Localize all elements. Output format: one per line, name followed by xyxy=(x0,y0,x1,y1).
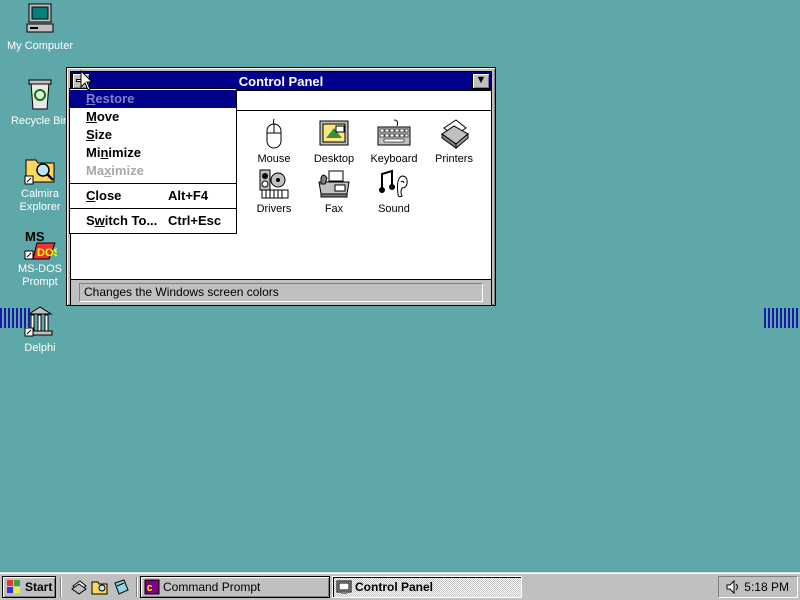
control-panel-item-fax[interactable]: Fax xyxy=(304,168,364,215)
control-panel-item-drivers[interactable]: Drivers xyxy=(244,168,304,215)
start-label: Start xyxy=(25,580,53,594)
computer-icon xyxy=(26,3,54,33)
svg-text:DOS: DOS xyxy=(37,247,57,259)
control-panel-item-printers[interactable]: Printers xyxy=(424,118,484,165)
sound-icon xyxy=(379,169,408,198)
desktop-icon-label: MS-DOS Prompt xyxy=(17,263,63,289)
control-panel-item-mouse[interactable]: Mouse xyxy=(244,118,304,165)
menu-separator xyxy=(70,208,236,209)
desktop-icon-my-computer[interactable]: My Computer xyxy=(3,2,77,53)
taskbar-separator xyxy=(136,577,138,597)
document-icon[interactable] xyxy=(112,578,130,596)
task-label: Control Panel xyxy=(355,580,434,594)
item-label: Desktop xyxy=(313,153,355,165)
svg-text:MS: MS xyxy=(25,229,45,244)
control-panel-icon xyxy=(336,580,352,594)
msdos-icon: MS DOS xyxy=(24,229,57,260)
item-label: Mouse xyxy=(257,153,291,165)
folder-search-icon[interactable] xyxy=(91,578,109,596)
fax-icon xyxy=(318,170,350,198)
menu-accelerator: Alt+F4 xyxy=(168,188,209,203)
speaker-icon[interactable] xyxy=(725,579,741,595)
taskbar: Start C Command Prompt Control Panel 5:1… xyxy=(0,572,800,600)
desktop-icon-label: Calmira Explorer xyxy=(18,188,62,214)
control-panel-item-keyboard[interactable]: Keyboard xyxy=(364,118,424,165)
menu-item-restore[interactable]: Restore xyxy=(70,90,236,108)
mouse-pointer-icon xyxy=(80,70,94,91)
system-tray: 5:18 PM xyxy=(718,576,798,598)
item-label: Keyboard xyxy=(370,153,418,165)
item-label: Drivers xyxy=(256,203,292,215)
window-title: Control Panel xyxy=(238,74,324,89)
desktop-stripe-right xyxy=(764,308,800,328)
desktop-icon-label: Recycle Bin xyxy=(9,115,71,128)
printer-icon[interactable] xyxy=(70,578,88,596)
minimize-button[interactable]: ▼ xyxy=(472,73,490,89)
clock[interactable]: 5:18 PM xyxy=(744,577,789,597)
drivers-icon xyxy=(259,169,289,199)
mouse-icon xyxy=(266,118,282,149)
menu-item-minimize[interactable]: Minimize xyxy=(70,144,236,162)
task-label: Command Prompt xyxy=(163,580,261,594)
menu-accelerator: Ctrl+Esc xyxy=(168,213,222,228)
recycle-bin-icon xyxy=(28,79,52,110)
desktop-icon xyxy=(319,120,349,146)
item-label: Fax xyxy=(324,203,344,215)
control-panel-item-sound[interactable]: Sound xyxy=(364,168,424,215)
item-label: Sound xyxy=(378,203,410,215)
item-label: Printers xyxy=(435,153,473,165)
desktop-stripe-left xyxy=(0,308,30,328)
start-button[interactable]: Start xyxy=(2,576,56,598)
menu-item-maximize: Maximize xyxy=(86,163,144,178)
quick-launch xyxy=(64,578,134,596)
windows-logo-icon xyxy=(7,580,20,593)
window-statusbar: Changes the Windows screen colors xyxy=(70,279,492,306)
menu-item-close[interactable]: Close Alt+F4 xyxy=(70,187,236,205)
triangle-down-icon: ▼ xyxy=(475,74,487,86)
menu-separator xyxy=(70,183,236,184)
svg-text:C: C xyxy=(147,584,153,594)
control-panel-item-desktop[interactable]: Desktop xyxy=(304,118,364,165)
msdos-icon: C xyxy=(144,579,160,595)
taskbar-button-control-panel[interactable]: Control Panel xyxy=(332,576,522,598)
taskbar-separator xyxy=(60,577,62,597)
menu-item-move[interactable]: Move xyxy=(70,108,236,126)
menu-item-switch-to[interactable]: Switch To... Ctrl+Esc xyxy=(70,212,236,230)
desktop-icon-label: Delphi xyxy=(23,342,57,355)
folder-search-icon xyxy=(24,159,55,185)
menu-item-size[interactable]: Size xyxy=(70,126,236,144)
keyboard-icon xyxy=(377,119,411,146)
printer-icon xyxy=(441,119,469,150)
desktop-icon-label: My Computer xyxy=(5,40,75,53)
system-menu: Restore Move Size Minimize Maximize Clos… xyxy=(69,88,237,234)
taskbar-button-command-prompt[interactable]: C Command Prompt xyxy=(140,576,330,598)
status-text: Changes the Windows screen colors xyxy=(79,283,483,302)
